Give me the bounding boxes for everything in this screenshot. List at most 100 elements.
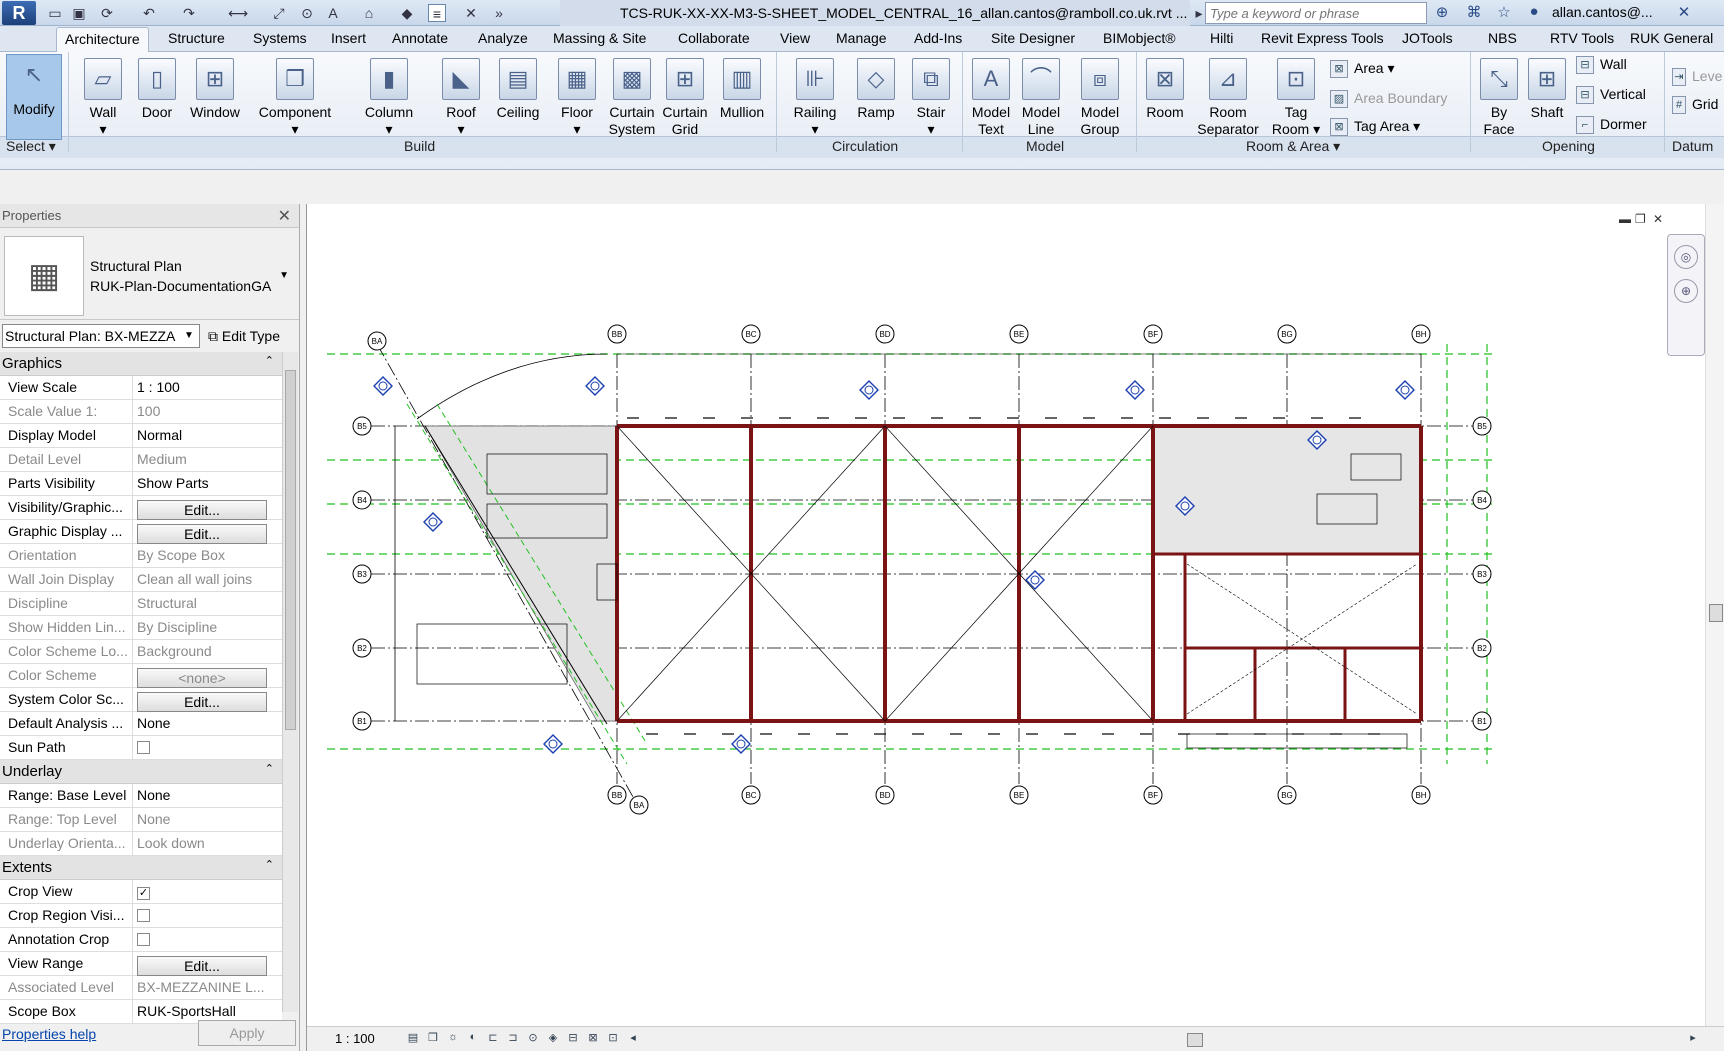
property-value[interactable]: 1 : 100	[132, 376, 282, 400]
apply-button[interactable]: Apply	[198, 1020, 296, 1046]
ramp-button[interactable]: ◇ Ramp	[850, 58, 902, 121]
door-button[interactable]: ▯ Door	[134, 58, 180, 121]
switch-windows-icon[interactable]: »	[490, 4, 508, 22]
checkbox-unchecked[interactable]	[137, 741, 150, 754]
edit-button[interactable]: Edit...	[137, 500, 267, 520]
property-row[interactable]: Crop Region Visi...	[0, 904, 282, 928]
property-value[interactable]	[132, 928, 282, 952]
dormer-button[interactable]: ⌐ Dormer	[1576, 116, 1647, 135]
sync-icon[interactable]: ⟳	[98, 4, 116, 22]
property-value[interactable]: Clean all wall joins	[132, 568, 282, 592]
structural-plan-drawing[interactable]: BB BB BC BC BD BD BE BE BF BF BG BG BH BH B5 B5 B4 B4 B3 B3…	[307, 204, 1705, 1026]
property-value[interactable]: Medium	[132, 448, 282, 472]
property-row[interactable]: Visibility/Graphic... Edit...	[0, 496, 282, 520]
property-value[interactable]: Structural	[132, 592, 282, 616]
floor-button[interactable]: ▦ Floor ▾	[552, 58, 602, 138]
properties-scrollbar[interactable]	[282, 352, 298, 1012]
edit-button[interactable]: Edit...	[137, 692, 267, 712]
tab-revit-express-tools[interactable]: Revit Express Tools	[1261, 30, 1384, 46]
property-value[interactable]: 100	[132, 400, 282, 424]
property-value[interactable]: Normal	[132, 424, 282, 448]
property-row[interactable]: Range: Base Level None	[0, 784, 282, 808]
property-value[interactable]: None	[132, 712, 282, 736]
undo-icon[interactable]: ↶	[140, 4, 158, 22]
highlight-displacement-icon[interactable]: ⊡	[605, 1031, 621, 1047]
property-row[interactable]: Discipline Structural	[0, 592, 282, 616]
curtain-system-button[interactable]: ▩ Curtain System	[604, 58, 660, 138]
collapse-icon[interactable]: ⌃	[265, 762, 274, 775]
group-underlay[interactable]: Underlay ⌃	[0, 760, 282, 784]
property-row[interactable]: Color Scheme <none>	[0, 664, 282, 688]
reveal-hidden-icon[interactable]: ⊟	[565, 1031, 581, 1047]
crop-region-icon[interactable]: ⊐	[505, 1031, 521, 1047]
room-separator-button[interactable]: ⊿ Room Separator	[1190, 58, 1266, 138]
property-row[interactable]: Color Scheme Lo... Background	[0, 640, 282, 664]
horizontal-scrollbar-thumb[interactable]	[1187, 1033, 1203, 1047]
property-value[interactable]: Show Parts	[132, 472, 282, 496]
close-icon[interactable]: ✕	[278, 206, 291, 226]
sun-path-icon[interactable]: ☼	[445, 1031, 461, 1047]
property-value[interactable]	[132, 904, 282, 928]
property-value[interactable]: Background	[132, 640, 282, 664]
property-row[interactable]: Scale Value 1: 100	[0, 400, 282, 424]
property-value[interactable]: Edit...	[132, 688, 282, 712]
restore-view-icon[interactable]: ❐	[1635, 212, 1646, 226]
property-value[interactable]: <none>	[132, 664, 282, 688]
checkbox-unchecked[interactable]	[137, 933, 150, 946]
property-value[interactable]: Edit...	[132, 496, 282, 520]
modify-button[interactable]: ↖ Modify	[6, 54, 62, 140]
model-group-button[interactable]: ⧈ Model Group	[1070, 58, 1130, 138]
select-dropdown[interactable]: Select ▾	[6, 138, 56, 155]
3d-view-icon[interactable]: ⌂	[360, 4, 378, 22]
unlock-3d-icon[interactable]: ⊙	[525, 1031, 541, 1047]
exchange-apps-icon[interactable]: ✕	[1674, 3, 1694, 23]
property-row[interactable]: System Color Sc... Edit...	[0, 688, 282, 712]
shaft-button[interactable]: ⊞ Shaft	[1522, 58, 1572, 121]
property-row[interactable]: Display Model Normal	[0, 424, 282, 448]
redo-icon[interactable]: ↷	[180, 4, 198, 22]
wall-button[interactable]: ▱ Wall ▾	[78, 58, 128, 138]
mullion-button[interactable]: ▥ Mullion	[712, 58, 772, 121]
railing-button[interactable]: ⊪ Railing ▾	[786, 58, 844, 138]
checkbox-checked[interactable]: ✓	[137, 887, 150, 900]
tab-nbs[interactable]: NBS	[1488, 30, 1517, 46]
scroll-left-icon[interactable]: ◂	[625, 1031, 641, 1047]
tab-ruk-general[interactable]: RUK General	[1630, 30, 1713, 46]
property-value[interactable]: None	[132, 808, 282, 832]
minimize-view-icon[interactable]: ▬	[1619, 212, 1631, 226]
property-value[interactable]: By Discipline	[132, 616, 282, 640]
group-extents[interactable]: Extents ⌃	[0, 856, 282, 880]
tab-architecture[interactable]: Architecture	[56, 27, 149, 52]
property-row[interactable]: Wall Join Display Clean all wall joins	[0, 568, 282, 592]
steering-wheel-icon[interactable]: ◎	[1674, 245, 1698, 269]
analytical-model-icon[interactable]: ⊠	[585, 1031, 601, 1047]
visual-style-icon[interactable]: ❒	[425, 1031, 441, 1047]
close-hidden-icon[interactable]: ✕	[462, 4, 480, 22]
property-row[interactable]: Underlay Orienta... Look down	[0, 832, 282, 856]
tab-collaborate[interactable]: Collaborate	[678, 30, 750, 46]
tag-room-button[interactable]: ⊡ Tag Room ▾	[1270, 58, 1322, 138]
detail-level-icon[interactable]: ▤	[405, 1031, 421, 1047]
model-text-button[interactable]: A Model Text	[966, 58, 1016, 138]
tab-bimobject[interactable]: BIMobject®	[1103, 30, 1176, 46]
tab-jotools[interactable]: JOTools	[1402, 30, 1453, 46]
text-icon[interactable]: A	[324, 4, 342, 22]
component-button[interactable]: ❒ Component ▾	[252, 58, 338, 138]
by-face-button[interactable]: ⤡ By Face	[1474, 58, 1524, 138]
property-value[interactable]: By Scope Box	[132, 544, 282, 568]
save-icon[interactable]: ▣	[70, 4, 88, 22]
scroll-right-icon[interactable]: ▸	[1685, 1031, 1701, 1047]
property-row[interactable]: Sun Path	[0, 736, 282, 760]
tag-icon[interactable]: ⊙	[298, 4, 316, 22]
tab-insert[interactable]: Insert	[331, 30, 366, 46]
crop-view-icon[interactable]: ⊏	[485, 1031, 501, 1047]
property-row[interactable]: Detail Level Medium	[0, 448, 282, 472]
edit-type-button[interactable]: ⧉ Edit Type	[208, 328, 280, 345]
view-scale[interactable]: 1 : 100	[335, 1031, 375, 1046]
tab-add-ins[interactable]: Add-Ins	[914, 30, 962, 46]
close-view-icon[interactable]: ✕	[1653, 212, 1663, 226]
tab-site-designer[interactable]: Site Designer	[991, 30, 1075, 46]
properties-help-link[interactable]: Properties help	[2, 1026, 96, 1042]
dimension-icon[interactable]: ⤢	[270, 4, 288, 22]
user-icon[interactable]: ●	[1524, 3, 1544, 23]
